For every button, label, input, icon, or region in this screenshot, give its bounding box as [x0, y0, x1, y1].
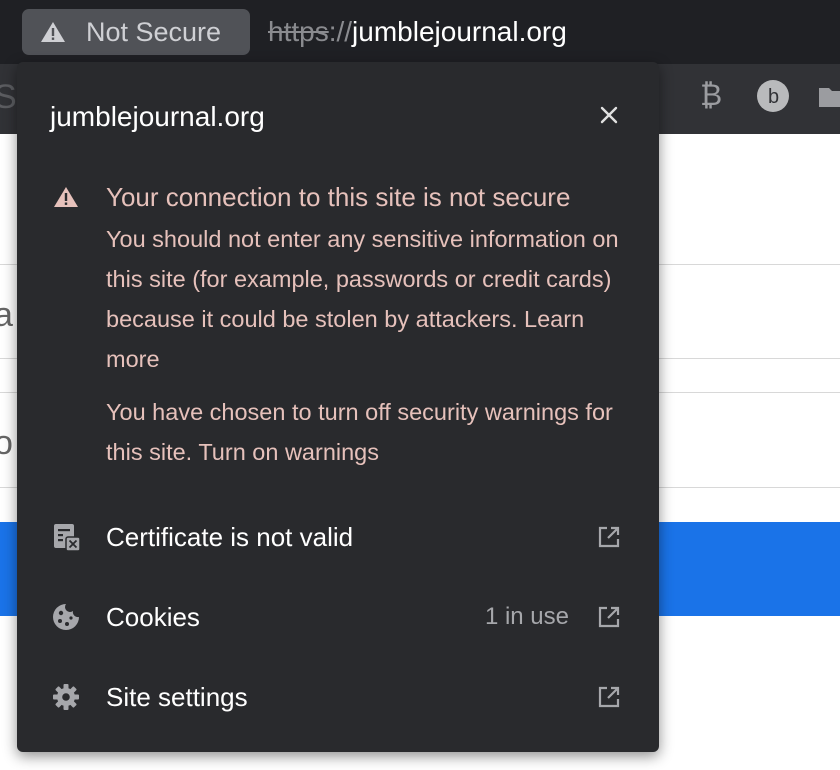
popup-title: jumblejournal.org [50, 101, 265, 132]
close-icon[interactable] [594, 100, 624, 130]
page-text-fragment: a [0, 296, 13, 334]
folder-icon[interactable] [818, 84, 840, 108]
site-settings-label: Site settings [106, 682, 248, 712]
cookies-count: 1 in use [484, 603, 569, 630]
address-bar: Not Secure https://jumblejournal.org [0, 0, 840, 64]
gear-icon [53, 684, 79, 710]
url-separator: :// [328, 16, 353, 47]
external-link-icon[interactable] [597, 525, 621, 549]
url-scheme: https [268, 16, 329, 47]
warning-heading: Your connection to this site is not secu… [106, 182, 571, 212]
certificate-label: Certificate is not valid [106, 522, 354, 552]
certificate-row[interactable]: Certificate is not valid [17, 498, 659, 578]
cookies-label: Cookies [106, 602, 200, 632]
grammarly-icon[interactable]: ₿ [700, 81, 722, 111]
external-link-icon[interactable] [597, 685, 621, 709]
warning-triangle-icon [41, 22, 65, 42]
security-chip-label: Not Secure [86, 17, 222, 47]
url-text[interactable]: https://jumblejournal.org [268, 15, 567, 49]
warnings-off-notice: You have chosen to turn off security war… [106, 392, 636, 472]
toolbar-partial-glyph: S [0, 78, 17, 116]
site-settings-row[interactable]: Site settings [17, 658, 659, 738]
cookie-icon [53, 604, 79, 630]
warning-triangle-icon [54, 187, 78, 207]
bitly-icon[interactable]: b [757, 80, 789, 112]
warning-body: You should not enter any sensitive infor… [106, 219, 636, 379]
external-link-icon[interactable] [597, 605, 621, 629]
svg-text:b: b [768, 86, 779, 108]
certificate-icon [54, 524, 81, 552]
site-info-popup: jumblejournal.org Your connection to thi… [17, 62, 659, 752]
security-chip[interactable]: Not Secure [22, 9, 250, 55]
turn-on-warnings-link[interactable]: Turn on warnings [198, 439, 379, 465]
cookies-row[interactable]: Cookies 1 in use [17, 578, 659, 658]
url-host: jumblejournal.org [352, 16, 567, 47]
page-text-fragment: o [0, 424, 13, 462]
